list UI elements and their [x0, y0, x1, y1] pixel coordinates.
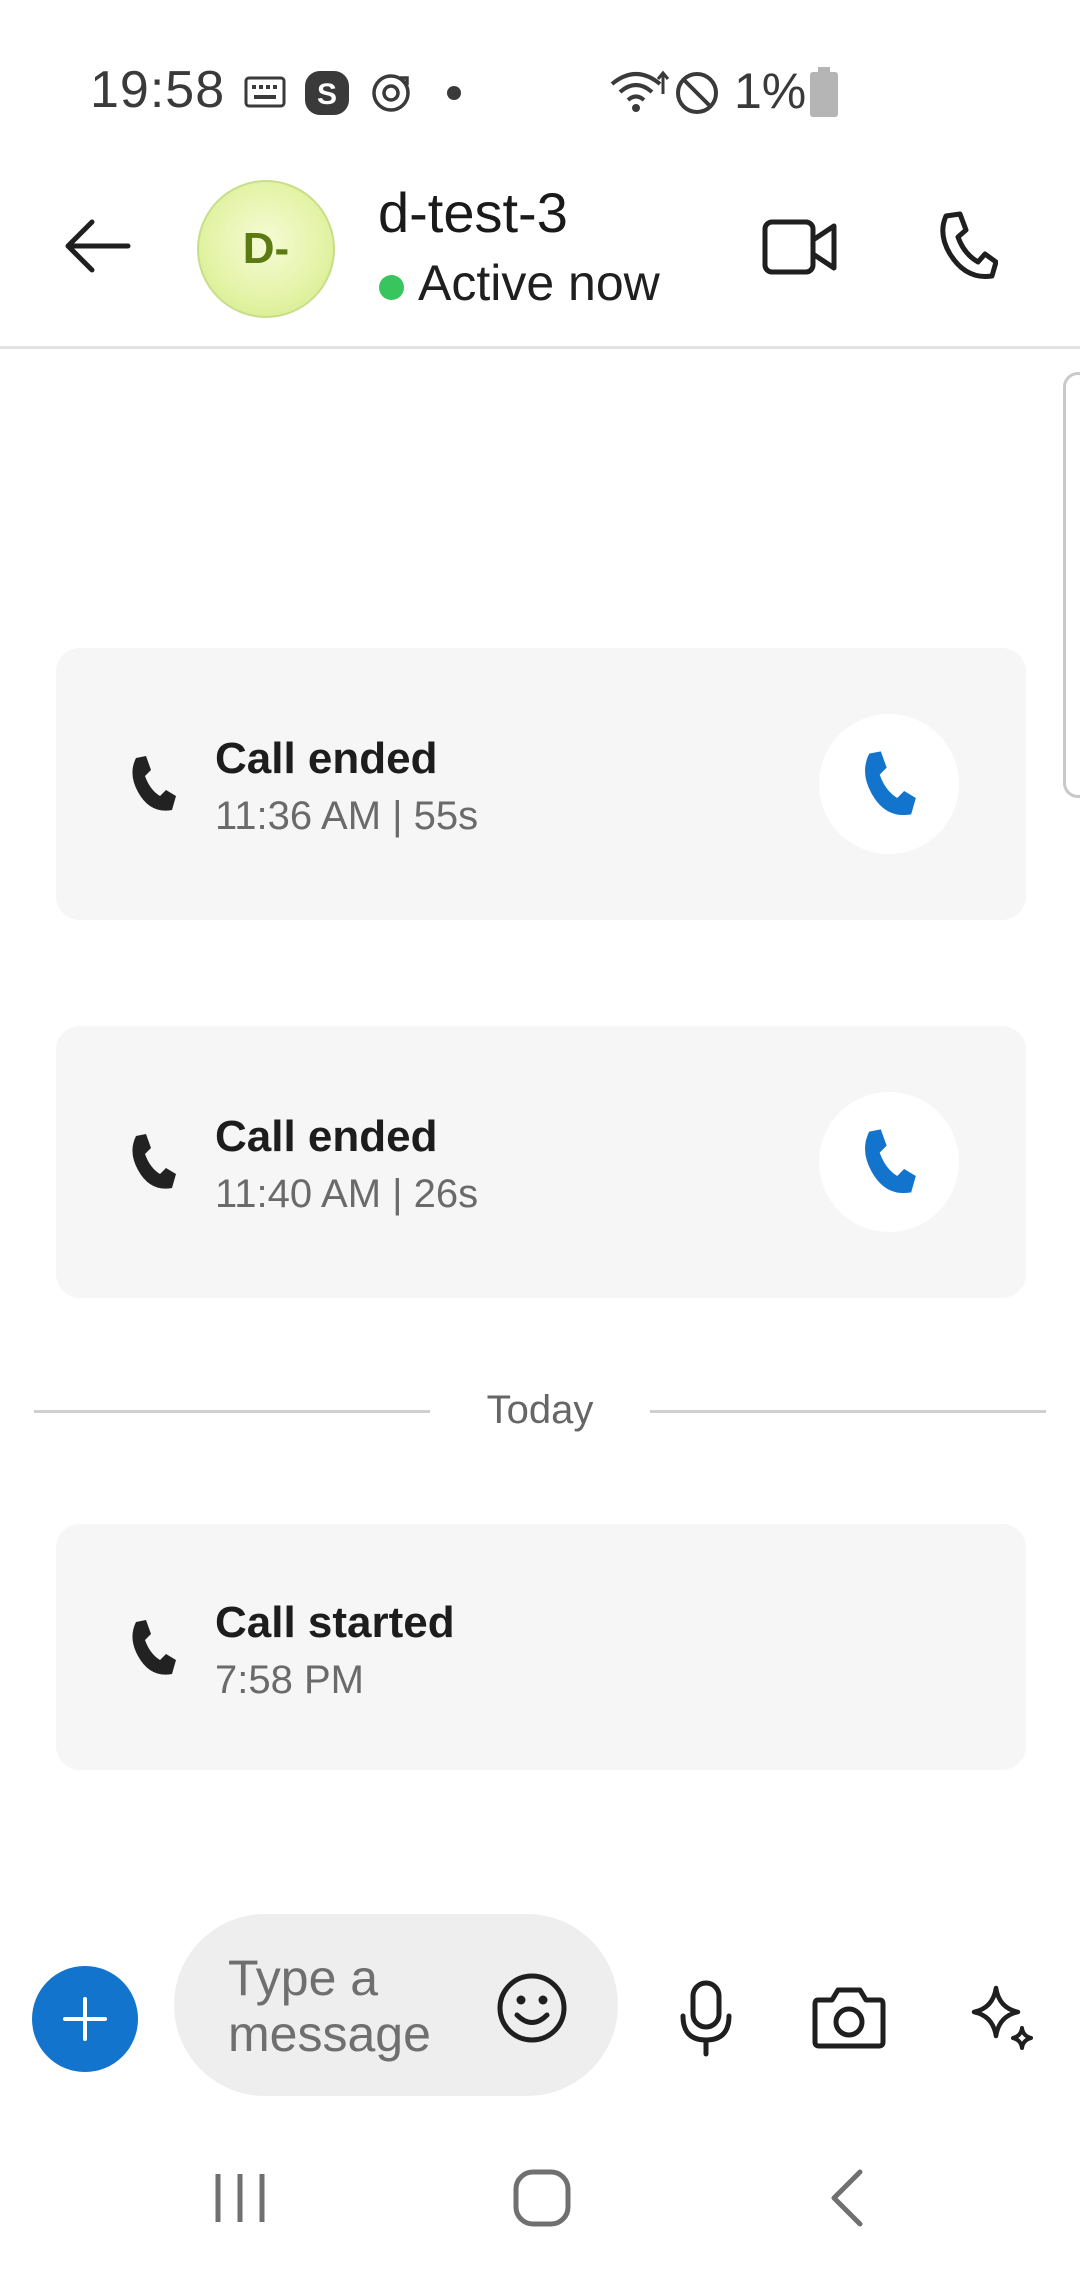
call-log-card: Call started 7:58 PM [56, 1524, 1026, 1770]
call-log-card: Call ended 11:36 AM | 55s [56, 648, 1026, 920]
contact-name[interactable]: d-test-3 [378, 180, 568, 245]
avatar[interactable]: D- [197, 180, 335, 318]
wifi-icon [610, 70, 670, 112]
phone-icon [865, 751, 916, 816]
plus-icon [63, 1997, 107, 2041]
presence-dot [379, 275, 404, 300]
chat-header: D- d-test-3 Active now [0, 150, 1080, 349]
call-log-card: Call ended 11:40 AM | 26s [56, 1026, 1026, 1298]
status-bar: 19:58 S 1% [0, 0, 1080, 150]
sparkle-icon[interactable] [968, 1982, 1038, 2052]
sync-icon [372, 74, 410, 112]
avatar-initials: D- [242, 224, 290, 273]
keyboard-icon [244, 76, 286, 108]
dot-icon [447, 86, 461, 100]
phone-icon [865, 1129, 916, 1194]
system-navigation-bar [0, 2140, 1080, 2280]
back-arrow-icon[interactable] [62, 216, 132, 276]
call-log-time: 11:36 AM | 55s [215, 794, 479, 838]
call-back-button[interactable] [819, 714, 959, 854]
message-input[interactable]: Type a message [174, 1914, 618, 2096]
presence-status: Active now [418, 255, 660, 311]
system-back-icon[interactable] [826, 2168, 866, 2228]
call-back-button[interactable] [819, 1092, 959, 1232]
svg-text:S: S [317, 78, 337, 111]
battery-icon [810, 67, 838, 117]
call-log-time: 11:40 AM | 26s [215, 1172, 479, 1216]
camera-icon[interactable] [812, 1984, 886, 2050]
call-log-title: Call ended [215, 1112, 438, 1161]
phone-icon [132, 1620, 176, 1675]
add-attachment-button[interactable] [32, 1966, 138, 2072]
home-icon[interactable] [512, 2168, 572, 2228]
microphone-icon[interactable] [678, 1980, 734, 2058]
phone-icon [132, 756, 176, 811]
call-log-title: Call started [215, 1598, 455, 1647]
call-log-title: Call ended [215, 734, 438, 783]
phone-call-icon[interactable] [936, 210, 998, 282]
message-placeholder: Type a message [228, 1950, 431, 2062]
divider-line-right [650, 1410, 1046, 1413]
scroll-indicator[interactable] [1063, 372, 1080, 798]
emoji-icon[interactable] [496, 1972, 568, 2044]
do-not-disturb-icon [676, 72, 718, 114]
recent-apps-icon[interactable] [212, 2170, 268, 2226]
skype-icon: S [305, 71, 349, 115]
call-log-time: 7:58 PM [215, 1658, 364, 1702]
status-time: 19:58 [90, 61, 226, 119]
video-call-icon[interactable] [762, 216, 838, 278]
battery-percent: 1% [734, 63, 807, 119]
phone-icon [132, 1134, 176, 1189]
